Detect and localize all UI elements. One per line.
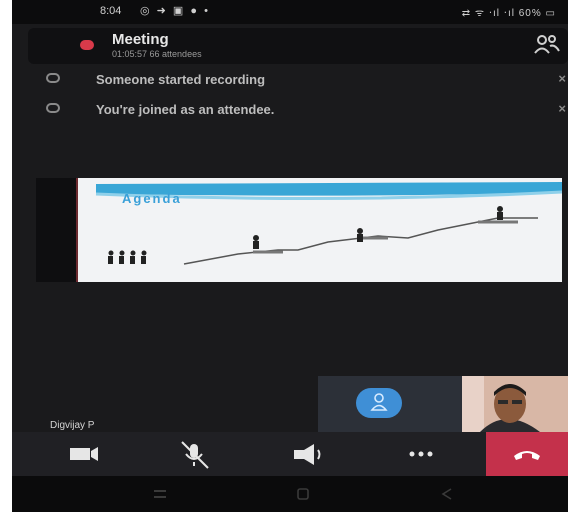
- microphone-button[interactable]: [176, 432, 216, 476]
- participant-video-tile[interactable]: [462, 376, 568, 432]
- status-notification-icons: ◎ ➜ ▣ ● •: [140, 5, 210, 17]
- notification-text: You're joined as an attendee.: [96, 102, 275, 117]
- info-icon: [46, 73, 60, 83]
- close-icon[interactable]: ×: [558, 101, 566, 116]
- info-icon: [46, 103, 60, 113]
- avatar: [356, 388, 402, 418]
- more-options-button[interactable]: [404, 432, 444, 476]
- notification-joined: You're joined as an attendee. ×: [12, 98, 568, 124]
- self-preview-tile[interactable]: [318, 376, 462, 432]
- close-icon[interactable]: ×: [558, 71, 566, 86]
- back-icon[interactable]: [440, 488, 454, 503]
- camera-icon: [70, 447, 98, 461]
- status-bar: 8:04 ◎ ➜ ▣ ● • ⇄ ᯤ ‧ıl ‧ıl 60% ▭: [12, 0, 568, 24]
- camera-button[interactable]: [66, 432, 106, 476]
- meeting-subtitle: 01:05:57 66 attendees: [112, 49, 202, 59]
- notification-recording: Someone started recording ×: [12, 68, 568, 94]
- speaker-button[interactable]: [290, 432, 330, 476]
- recents-icon[interactable]: [152, 488, 168, 503]
- meeting-header: Meeting 01:05:57 66 attendees: [28, 28, 568, 64]
- shared-slide[interactable]: Agenda: [78, 178, 562, 282]
- status-time: 8:04: [100, 5, 122, 17]
- more-icon: [409, 451, 433, 457]
- end-call-button[interactable]: [486, 432, 568, 476]
- call-controls: [12, 432, 568, 476]
- recording-indicator-icon: [80, 40, 94, 50]
- slide-side-strip: [36, 178, 78, 282]
- phone-screen: 8:04 ◎ ➜ ▣ ● • ⇄ ᯤ ‧ıl ‧ıl 60% ▭ Meeting…: [12, 0, 568, 512]
- speaker-icon: [294, 444, 321, 465]
- hang-up-icon: [514, 451, 540, 460]
- status-system-icons: ⇄ ᯤ ‧ıl ‧ıl 60% ▭: [461, 8, 556, 19]
- participant-name: Digvijay P: [50, 420, 95, 431]
- person-icon: [370, 392, 388, 417]
- android-navigation-bar: [12, 476, 568, 512]
- microphone-off-icon: [181, 441, 209, 469]
- slide-title: Agenda: [122, 191, 182, 206]
- participant-video: [462, 376, 568, 432]
- participants-icon[interactable]: [534, 34, 560, 59]
- meeting-title: Meeting: [112, 31, 169, 48]
- notification-text: Someone started recording: [96, 72, 266, 87]
- home-icon[interactable]: [296, 488, 310, 503]
